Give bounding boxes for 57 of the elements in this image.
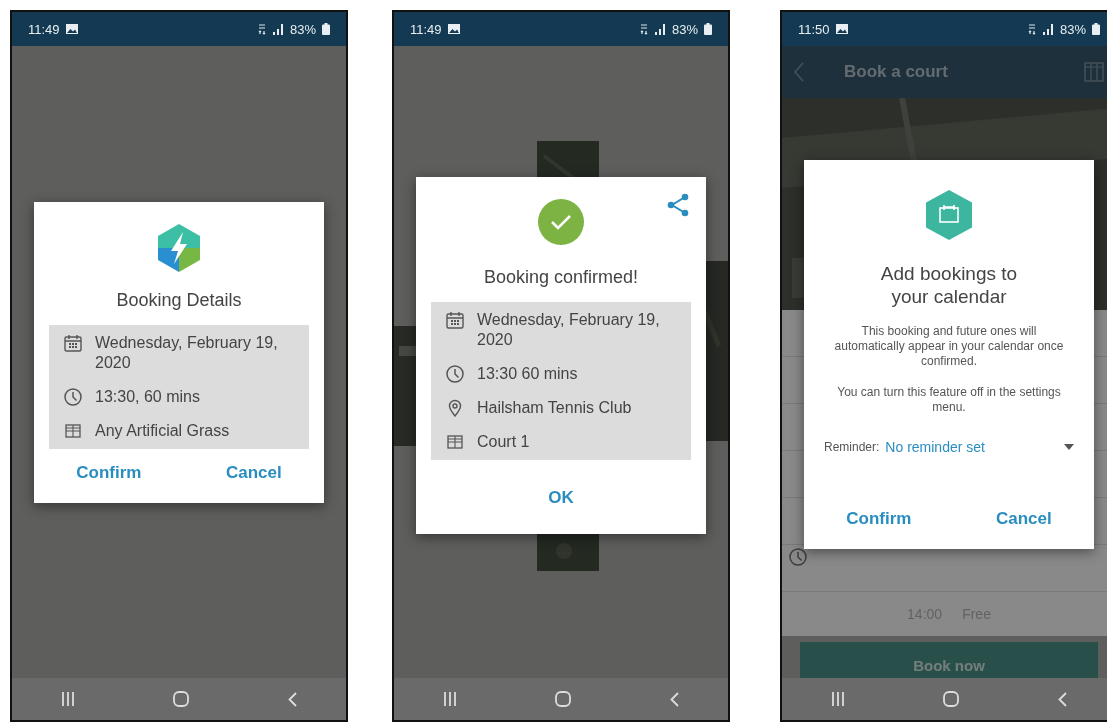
home-icon[interactable]	[172, 691, 189, 707]
reminder-dropdown[interactable]: No reminder set	[885, 439, 1058, 455]
recent-apps-icon[interactable]	[443, 692, 456, 706]
dialog-button[interactable]: OK	[538, 482, 584, 514]
calendar-icon	[445, 310, 465, 330]
dialog-title: Booking Details	[116, 290, 242, 311]
book-now-button[interactable]: Book now	[800, 642, 1098, 678]
dropdown-arrow-icon[interactable]	[1064, 444, 1074, 450]
dialog-message: You can turn this feature off in the settings menu.	[836, 385, 1062, 415]
detail-text: Wednesday, February 19, 2020	[477, 310, 661, 350]
clock-icon	[63, 387, 83, 407]
network-icon	[257, 23, 266, 35]
battery-level: 83%	[1059, 21, 1086, 37]
dialog-title: Booking confirmed!	[483, 267, 639, 288]
hexagon-bolt-logo-icon	[158, 224, 200, 272]
network-icon	[639, 23, 648, 35]
clock-time: 11:50	[798, 21, 830, 37]
clock-icon	[788, 547, 808, 567]
battery-level: 83%	[671, 21, 698, 37]
dialog-button[interactable]: Confirm	[836, 503, 922, 535]
detail-text: Hailsham Tennis Club	[477, 398, 632, 418]
dialog-title: Add bookings to your calendar	[879, 262, 1019, 308]
home-icon[interactable]	[554, 691, 571, 707]
app-title: Book a court	[844, 62, 949, 82]
image-icon	[65, 24, 78, 34]
image-icon	[447, 24, 460, 34]
recent-apps-icon[interactable]	[61, 692, 74, 706]
battery-level: 83%	[289, 21, 316, 37]
share-icon[interactable]	[666, 193, 690, 217]
dialog-message: This booking and future ones will automatically appear in your calendar once confirmed.	[833, 324, 1065, 369]
signal-icon	[1041, 23, 1054, 35]
battery-icon	[704, 23, 712, 35]
network-icon	[1027, 23, 1036, 35]
battery-icon	[322, 23, 330, 35]
detail-text: Any Artificial Grass	[95, 421, 230, 441]
detail-text: 13:30 60 mins	[477, 364, 578, 384]
home-icon[interactable]	[942, 691, 959, 707]
clock-time: 11:49	[28, 21, 60, 37]
detail-text: Wednesday, February 19, 2020	[95, 333, 279, 373]
clock-time: 11:49	[410, 21, 442, 37]
reminder-label: Reminder:	[824, 440, 880, 454]
hexagon-calendar-icon	[926, 190, 972, 240]
grid-icon	[445, 432, 465, 452]
calendar-icon	[63, 333, 83, 353]
clock-icon	[445, 364, 465, 384]
image-icon	[835, 24, 848, 34]
dialog-button[interactable]: Cancel	[215, 457, 292, 489]
dialog-button[interactable]: Cancel	[985, 503, 1062, 535]
detail-text: 13:30, 60 mins	[95, 387, 200, 407]
detail-text: Court 1	[477, 432, 530, 452]
signal-icon	[653, 23, 666, 35]
grid-icon	[63, 421, 83, 441]
recent-apps-icon[interactable]	[831, 692, 844, 706]
dialog-button[interactable]: Confirm	[66, 457, 152, 489]
check-circle-icon	[538, 199, 584, 245]
signal-icon	[271, 23, 284, 35]
battery-icon	[1092, 23, 1100, 35]
